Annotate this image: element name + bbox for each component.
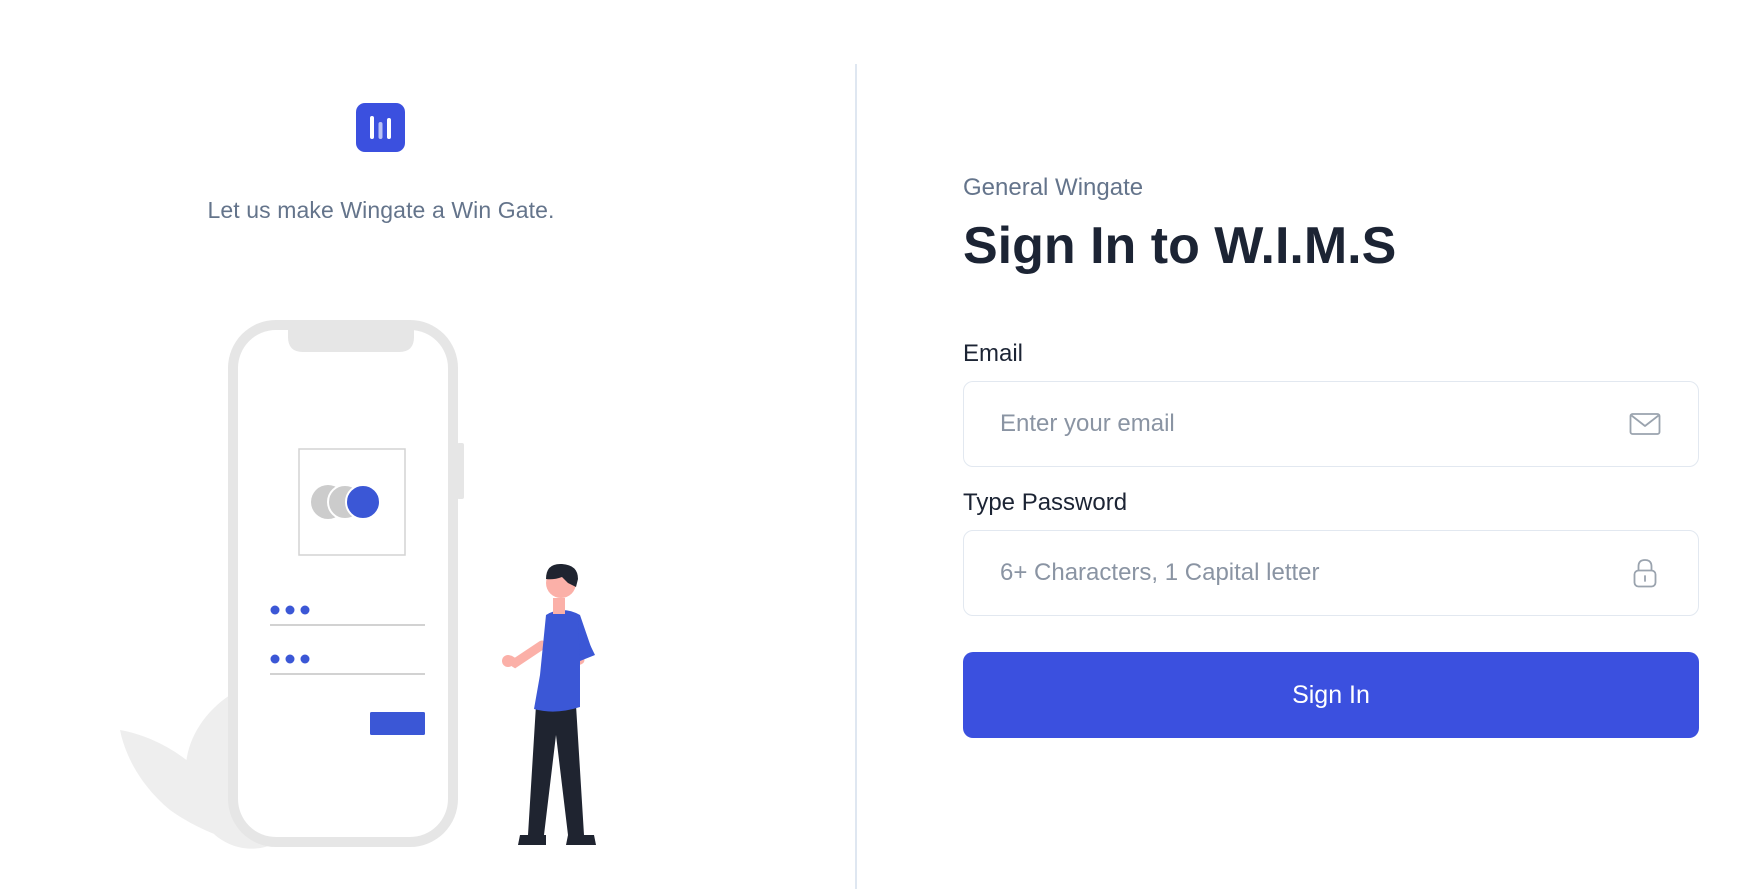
email-label: Email <box>963 340 1024 367</box>
email-field[interactable] <box>964 382 1698 466</box>
bar-chart-icon <box>370 116 391 139</box>
person-figure <box>502 563 596 845</box>
login-illustration <box>120 320 596 849</box>
password-field-wrapper <box>963 530 1699 616</box>
app-logo <box>356 103 405 152</box>
sign-in-page: Let us make Wingate a Win Gate. General … <box>0 0 1744 889</box>
mail-icon <box>1628 407 1662 441</box>
page-title: Sign In to W.I.M.S <box>963 217 1397 275</box>
sign-in-form: General Wingate Sign In to W.I.M.S Email… <box>963 170 1699 738</box>
branding-panel: Let us make Wingate a Win Gate. <box>0 0 856 889</box>
lock-icon <box>1628 556 1662 590</box>
tagline: Let us make Wingate a Win Gate. <box>207 197 555 223</box>
phone-graphic <box>228 320 464 847</box>
password-field[interactable] <box>964 531 1698 615</box>
sign-in-button[interactable]: Sign In <box>963 652 1699 738</box>
password-label: Type Password <box>963 489 1128 516</box>
email-field-wrapper <box>963 381 1699 467</box>
panel-divider <box>855 64 857 889</box>
form-subtitle: General Wingate <box>963 174 1144 201</box>
